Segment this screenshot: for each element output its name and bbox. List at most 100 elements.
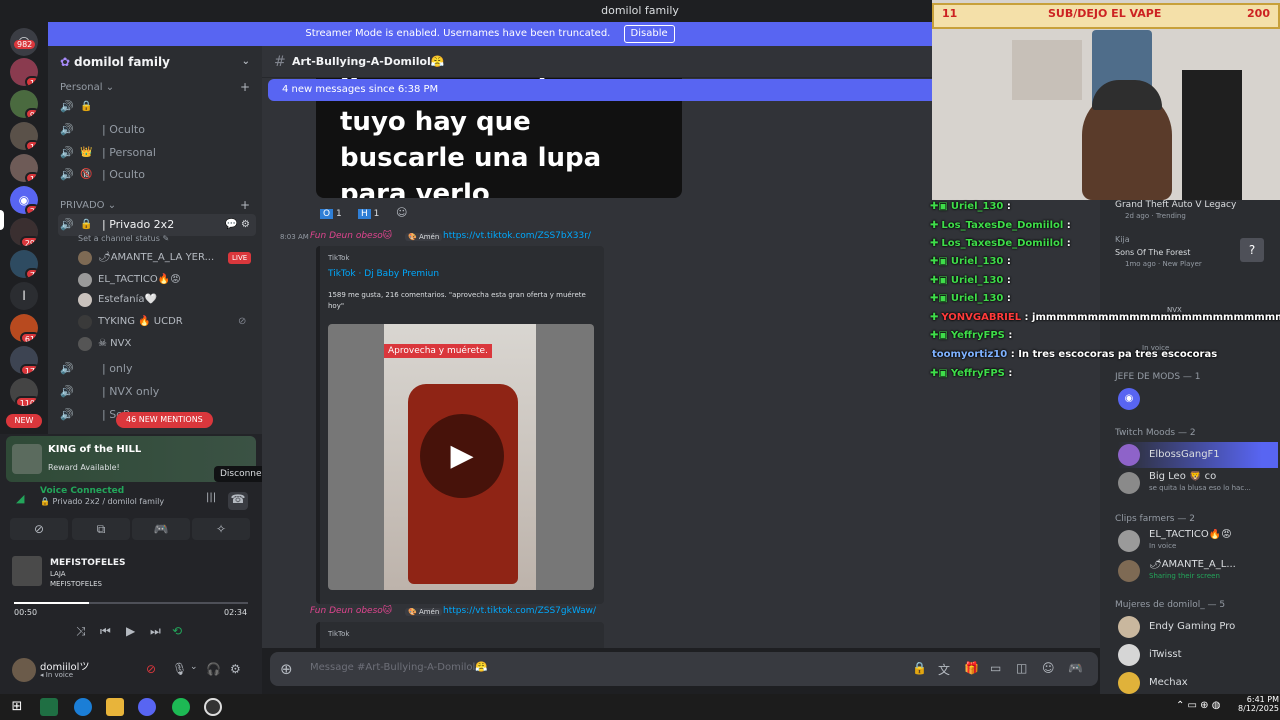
song-progress-fill: [14, 602, 89, 604]
camera-off-button[interactable]: ⊘: [10, 518, 68, 540]
lock-icon[interactable]: 🔒: [912, 661, 927, 675]
member-item[interactable]: iTwisst: [1118, 642, 1278, 668]
noise-suppression-icon[interactable]: |||: [206, 492, 216, 503]
server-icon-6[interactable]: 29: [10, 218, 38, 246]
reaction-h[interactable]: H 1: [358, 206, 379, 222]
speaker-icon: 🔊: [60, 408, 74, 421]
terminal-icon[interactable]: [40, 698, 58, 716]
discord-icon[interactable]: [138, 698, 156, 716]
song-progress-track[interactable]: [14, 602, 248, 604]
play-icon[interactable]: ▶: [420, 414, 504, 498]
disconnect-icon[interactable]: ☎: [228, 492, 248, 510]
member-item[interactable]: 🌶AMANTE_A_L... Sharing their screen: [1118, 558, 1278, 584]
server-icon-1[interactable]: 1: [10, 58, 38, 86]
mod-badge-icon: ✚: [930, 238, 939, 249]
file-explorer-icon[interactable]: [106, 698, 124, 716]
channel-actions-icon[interactable]: 💬 ⚙: [225, 214, 250, 236]
avatar: [78, 293, 92, 307]
server-icon-7[interactable]: 7: [10, 250, 38, 278]
add-attachment-icon[interactable]: ⊕: [280, 660, 293, 678]
embed-title[interactable]: TikTok · Dj Baby Premiun: [328, 269, 439, 279]
settings-gear-icon[interactable]: ⚙: [230, 662, 241, 676]
camera-off-icon[interactable]: ⊘: [146, 662, 156, 676]
reaction-o[interactable]: O 1: [320, 206, 342, 222]
repeat-icon[interactable]: ⟲: [172, 624, 182, 638]
server-icon-11[interactable]: 110: [10, 378, 38, 406]
server-icon-5[interactable]: ◉ 2: [10, 186, 38, 214]
voice-user[interactable]: ☠ NVX: [78, 334, 258, 354]
server-icon-10[interactable]: 17: [10, 346, 38, 374]
new-messages-bar[interactable]: 4 new messages since 6:38 PM: [268, 79, 932, 101]
obs-icon[interactable]: [204, 698, 222, 716]
message-link[interactable]: https://vt.tiktok.com/ZSS7gkWaw/: [443, 606, 596, 616]
chevron-down-icon[interactable]: ⌄: [242, 46, 250, 78]
server-icon-8[interactable]: l: [10, 282, 38, 310]
message-link[interactable]: https://vt.tiktok.com/ZSS7bX33r/: [443, 231, 591, 241]
next-icon[interactable]: ⏭: [150, 624, 161, 639]
member-item[interactable]: Endy Gaming Pro: [1118, 614, 1278, 640]
voice-user[interactable]: EL_TACTICO🔥😡: [78, 270, 258, 290]
server-icon-9[interactable]: 61: [10, 314, 38, 342]
add-channel-icon[interactable]: +: [240, 80, 250, 94]
server-icon-2[interactable]: 9: [10, 90, 38, 118]
gif-icon[interactable]: ▭: [990, 661, 1001, 675]
voice-channel-personal[interactable]: 🔊 👑 | Personal: [58, 142, 256, 164]
voice-user[interactable]: 🌶AMANTE_A_LA YER... LIVE: [78, 248, 258, 268]
category-privado[interactable]: PRIVADO ⌄: [60, 200, 116, 211]
server-icon-3[interactable]: 1: [10, 122, 38, 150]
voice-channel-oculto[interactable]: 🔊 | Oculto: [58, 119, 256, 141]
voice-channel-privado-active[interactable]: 🔊 🔒 | Privado 2x2 💬 ⚙: [58, 214, 256, 236]
embed-video[interactable]: Aprovecha y muérete. ▶: [328, 324, 594, 590]
message-author[interactable]: Fun Deun obeso🐱: [310, 606, 392, 616]
edge-icon[interactable]: [74, 698, 92, 716]
spotify-icon[interactable]: [172, 698, 190, 716]
category-personal[interactable]: Personal ⌄: [60, 82, 114, 93]
voice-user[interactable]: Estefanía🤍: [78, 290, 258, 310]
embed-description: 1589 me gusta, 216 comentarios. "aprovec…: [328, 291, 586, 310]
gift-icon[interactable]: 🎁: [964, 661, 979, 675]
add-channel-icon[interactable]: +: [240, 198, 250, 212]
windows-start-icon[interactable]: ⊞: [8, 698, 26, 716]
new-unread-pill[interactable]: NEW: [6, 414, 42, 428]
voice-channel-only[interactable]: 🔊 | only: [58, 358, 256, 380]
apps-icon[interactable]: 🎮: [1068, 661, 1083, 675]
headphones-icon[interactable]: 🎧: [206, 662, 221, 676]
disable-streamer-button[interactable]: Disable: [623, 25, 675, 43]
message-author[interactable]: Fun Deun obeso🐱: [310, 231, 392, 241]
activities-button[interactable]: 🎮: [132, 518, 190, 540]
new-mentions-pill[interactable]: 46 NEW MENTIONS: [116, 412, 213, 428]
channel-status[interactable]: Set a channel status ✎: [78, 234, 169, 243]
tray-icons[interactable]: ⌃ ▭ ⊕ ◍: [1176, 700, 1220, 711]
role-tag: 🎨 Amén: [405, 608, 443, 616]
message-input[interactable]: Message #Art-Bullying-A-Domilol😤: [310, 662, 488, 673]
member-item[interactable]: EL_TACTICO🔥😡 In voice: [1118, 528, 1278, 554]
screen-share-button[interactable]: ⧉: [72, 518, 130, 540]
chat-line: ✚ Los_TaxesDe_Domiilol :: [930, 220, 1071, 231]
member-item[interactable]: ElbossGangF1: [1118, 442, 1278, 468]
album-art: [12, 556, 42, 586]
add-reaction-icon[interactable]: ☺: [396, 206, 407, 219]
channel-emoji: 🔞: [80, 169, 93, 180]
member-item[interactable]: Mechax: [1118, 670, 1278, 696]
voice-channel-1[interactable]: 🔊 🔒: [58, 96, 256, 118]
member-item[interactable]: ◉: [1118, 386, 1278, 412]
translate-icon[interactable]: 文: [938, 661, 950, 678]
server-icon-4[interactable]: 1: [10, 154, 38, 182]
voice-user[interactable]: TYKING 🔥 UCDR ⊘: [78, 312, 258, 332]
soundboard-button[interactable]: ✧: [192, 518, 250, 540]
voice-channel-oculto-2[interactable]: 🔊 🔞 | Oculto: [58, 164, 256, 186]
guild-header[interactable]: ✿ domilol family ⌄: [48, 46, 262, 78]
previous-icon[interactable]: ⏮: [100, 624, 111, 639]
member-item[interactable]: Big Leo 🦁 co se quita la blusa eso lo hac…: [1118, 470, 1278, 496]
chevron-down-icon[interactable]: ⌄: [190, 662, 198, 672]
song-title[interactable]: MEFISTOFELES: [50, 558, 126, 568]
voice-channel-nvx-only[interactable]: 🔊 | NVX only: [58, 381, 256, 403]
emoji-icon[interactable]: ☺: [1042, 661, 1055, 675]
clock[interactable]: 6:41 PM 8/12/2025: [1238, 695, 1279, 713]
voice-channel-link[interactable]: 🔒 Privado 2x2 / domilol family: [40, 497, 164, 506]
sticker-icon[interactable]: ◫: [1016, 661, 1027, 675]
play-icon[interactable]: ▶: [126, 624, 135, 638]
microphone-icon[interactable]: 🎙: [172, 662, 187, 676]
shuffle-icon[interactable]: ⤨: [76, 624, 86, 639]
avatar[interactable]: [12, 658, 36, 682]
